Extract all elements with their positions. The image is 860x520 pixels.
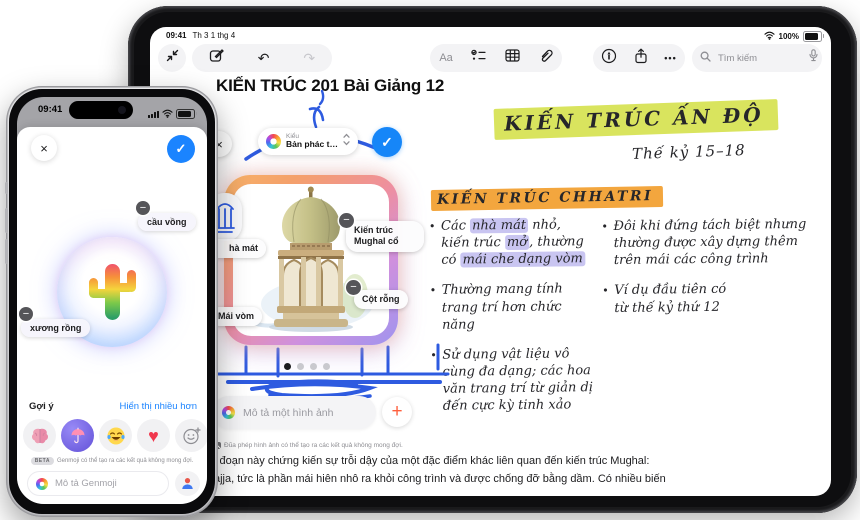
handwritten-bullet: •Các nhà mát nhỏ, kiến trúc mở, thường c… <box>429 216 594 269</box>
iphone-status-icons <box>148 105 195 123</box>
image-pager-dots[interactable] <box>284 363 330 370</box>
genmoji-sheet: × ✓ <box>17 127 207 504</box>
style-rainbow-icon <box>266 134 281 149</box>
note-title: KIẾN TRÚC 201 Bài Giảng 12 <box>216 76 444 96</box>
redo-button[interactable]: ↷ <box>303 51 315 65</box>
bullet-dot: • <box>430 282 443 334</box>
format-toolbar: Aa <box>430 44 562 72</box>
ipad-device: 09:41 Th 3 1 thg 4 100% ↶ <box>128 6 857 513</box>
handwritten-bullet: •Đôi khi đứng tách biệt nhưng thường đượ… <box>601 216 807 270</box>
pager-dot-active[interactable] <box>284 363 291 370</box>
markup-toolbar: ••• <box>593 44 685 72</box>
text-format-button[interactable]: Aa <box>439 52 452 64</box>
undo-button[interactable]: ↶ <box>258 51 270 65</box>
remove-tag-cactus-button[interactable]: − <box>19 307 33 321</box>
remove-tag-mughal-button[interactable]: − <box>339 213 354 228</box>
search-field[interactable] <box>692 44 822 72</box>
pager-dot[interactable] <box>323 363 330 370</box>
handwritten-section-heading: KIẾN TRÚC CHHATRI <box>431 188 663 208</box>
handwritten-subheading: Thế kỷ 15–18 <box>632 141 746 163</box>
mic-icon[interactable] <box>809 49 818 67</box>
notes-column-left: •Các nhà mát nhỏ, kiến trúc mở, thường c… <box>429 216 595 428</box>
compose-button[interactable] <box>209 48 224 68</box>
volume-up-button[interactable] <box>5 208 8 233</box>
tag-rainbow: − cầu vồng <box>138 210 196 231</box>
style-picker[interactable]: Kiểu Bản phác t… <box>258 128 358 155</box>
style-value: Bản phác t… <box>286 140 338 149</box>
more-button[interactable]: ••• <box>664 53 676 63</box>
wifi-icon <box>162 105 173 123</box>
apple-intelligence-icon <box>222 406 235 419</box>
joy-emoji-chip[interactable] <box>99 419 132 452</box>
umbrella-genmoji-chip[interactable] <box>61 419 94 452</box>
beta-disclaimer: BETA Genmoji có thể tạo ra các kết quả k… <box>17 457 207 465</box>
image-prompt-input[interactable] <box>241 406 355 420</box>
handwritten-heading: KIẾN TRÚC ẤN ĐỘ <box>494 102 778 136</box>
chevron-up-down-icon <box>343 133 350 151</box>
ipad-status-icons: 100% <box>764 31 822 42</box>
share-icon[interactable] <box>634 48 648 69</box>
heart-emoji-chip[interactable]: ♥ <box>137 419 170 452</box>
ipad-clock: 09:41 <box>166 31 186 40</box>
avatar-person-button[interactable] <box>175 471 200 496</box>
wifi-icon <box>764 31 775 42</box>
tag-mughal: − Kiến trúc Mughal cổ <box>346 221 424 252</box>
handwritten-bullet: •Ví dụ đầu tiên có từ thế kỷ thứ 12 <box>602 280 807 316</box>
bullet-dot: • <box>430 347 443 416</box>
ipad-date: Th 3 1 thg 4 <box>192 31 235 40</box>
show-more-link[interactable]: Hiển thị nhiều hơn <box>119 401 197 412</box>
collapse-icon <box>166 49 179 67</box>
genmoji-screen: 09:41 × ✓ <box>17 97 207 504</box>
suggestion-chips: ♥ <box>23 419 207 452</box>
bullet-dot: • <box>602 282 614 316</box>
handwritten-bullet: •Thường mang tính trang trí hơn chức năn… <box>430 281 595 334</box>
action-button[interactable] <box>5 182 8 194</box>
tag-cactus: − xương rồng <box>21 315 90 337</box>
image-prompt-field[interactable] <box>212 396 376 429</box>
search-input[interactable] <box>716 52 804 65</box>
apple-intelligence-icon <box>36 478 48 490</box>
table-button[interactable] <box>505 49 520 67</box>
bullet-dot: • <box>429 218 442 270</box>
suggestions-label: Gợi ý <box>29 401 54 412</box>
battery-percent: 100% <box>779 32 799 41</box>
note-body-line-1: i đoạn này chứng kiến sự trỗi dậy của mộ… <box>214 455 814 467</box>
ipad-notes-app: 09:41 Th 3 1 thg 4 100% ↶ <box>150 27 831 496</box>
pager-dot[interactable] <box>297 363 304 370</box>
genmoji-prompt-field[interactable] <box>27 471 169 496</box>
pager-dot[interactable] <box>310 363 317 370</box>
tag-cot-rong: − Cột rỗng <box>354 290 408 309</box>
genmoji-close-button[interactable]: × <box>31 135 57 161</box>
notes-column-right: •Đôi khi đứng tách biệt nhưng thường đượ… <box>601 216 807 330</box>
battery-icon <box>803 31 822 42</box>
volume-down-button[interactable] <box>5 239 8 264</box>
genmoji-confirm-button[interactable]: ✓ <box>167 135 195 163</box>
ipad-status-bar: 09:41 Th 3 1 thg 4 <box>166 31 235 40</box>
signal-icon <box>148 110 159 118</box>
note-body-line-2: ajja, tức là phần mái hiên nhô ra khỏi c… <box>214 473 814 485</box>
handwritten-bullet: •Sử dụng vật liệu vô cùng đa dạng; các h… <box>430 345 595 415</box>
genmoji-prompt-input[interactable] <box>53 477 157 490</box>
edit-toolbar: ↶ ↷ <box>192 44 332 72</box>
collapse-button[interactable] <box>158 44 186 72</box>
battery-icon <box>176 109 195 120</box>
remove-tag-cot-rong-button[interactable]: − <box>346 280 361 295</box>
desktop-canvas: 09:41 Th 3 1 thg 4 100% ↶ <box>0 0 860 520</box>
wand-disclaimer: Đũa phép hình ảnh có thể tạo ra các kết … <box>214 442 403 449</box>
bullet-dot: • <box>601 218 614 270</box>
add-image-button[interactable]: + <box>382 397 412 427</box>
dynamic-island <box>69 101 133 119</box>
remove-tag-rainbow-button[interactable]: − <box>136 201 150 215</box>
attachment-icon[interactable] <box>539 48 553 68</box>
brain-emoji-chip[interactable] <box>23 419 56 452</box>
create-emoji-chip[interactable] <box>175 419 207 452</box>
wand-confirm-button[interactable]: ✓ <box>372 127 402 157</box>
rainbow-cactus-genmoji <box>83 258 141 326</box>
beta-badge: BETA <box>31 457 54 465</box>
iphone-device: 09:41 × ✓ <box>6 86 218 517</box>
iphone-clock: 09:41 <box>38 104 62 115</box>
markup-pencil-icon[interactable] <box>601 48 617 69</box>
checklist-button[interactable] <box>471 49 486 67</box>
search-icon <box>700 49 711 67</box>
